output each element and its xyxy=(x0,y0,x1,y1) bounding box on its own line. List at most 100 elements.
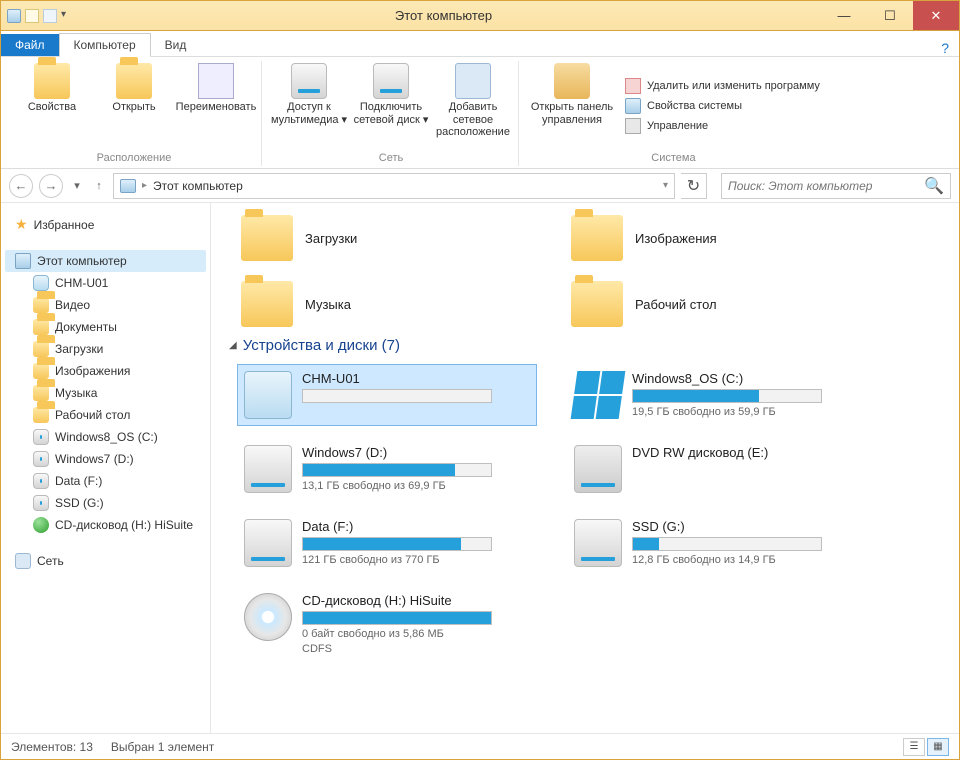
drive-icon xyxy=(33,429,49,445)
star-icon: ★ xyxy=(15,216,28,233)
tree-item[interactable]: SSD (G:) xyxy=(5,492,206,514)
forward-button[interactable]: → xyxy=(39,174,63,198)
minimize-button[interactable]: — xyxy=(821,1,867,30)
ribbon-tabs: Файл Компьютер Вид ? xyxy=(1,31,959,57)
view-switcher: ☰ ▦ xyxy=(903,738,949,756)
tree-item[interactable]: CD-дисковод (H:) HiSuite xyxy=(5,514,206,536)
usage-bar xyxy=(632,389,822,403)
drive-icon xyxy=(33,495,49,511)
drive-name: CHM-U01 xyxy=(302,371,530,386)
drive-tile[interactable]: CD-дисковод (H:) HiSuite 0 байт свободно … xyxy=(237,586,537,662)
tree-item[interactable]: Windows7 (D:) xyxy=(5,448,206,470)
folder-icon xyxy=(33,341,49,357)
add-network-button[interactable]: Добавить сетевое расположение xyxy=(434,61,512,150)
qat-icon[interactable] xyxy=(25,9,39,23)
usage-bar xyxy=(302,389,492,403)
drive-subtext: 0 байт свободно из 5,86 МБ xyxy=(302,628,530,640)
up-button[interactable]: ↑ xyxy=(91,180,107,192)
tree-item[interactable]: Загрузки xyxy=(5,338,206,360)
drive-subtext: 12,8 ГБ свободно из 14,9 ГБ xyxy=(632,554,860,566)
tree-item[interactable]: Документы xyxy=(5,316,206,338)
windows-logo-icon xyxy=(571,371,626,419)
drive-tile[interactable]: CHM-U01 xyxy=(237,364,537,426)
drive-tile[interactable]: Windows7 (D:) 13,1 ГБ свободно из 69,9 ГБ xyxy=(237,438,537,500)
uninstall-button[interactable]: Удалить или изменить программу xyxy=(625,78,820,94)
tree-item[interactable]: Data (F:) xyxy=(5,470,206,492)
tree-network[interactable]: Сеть xyxy=(5,550,206,572)
help-icon[interactable]: ? xyxy=(941,40,949,56)
drive-name: Windows8_OS (C:) xyxy=(632,371,860,386)
usage-bar xyxy=(302,611,492,625)
history-dropdown-icon[interactable]: ▾ xyxy=(69,179,85,192)
devices-section: ◢Устройства и диски (7) CHM-U01Windows8_… xyxy=(237,337,947,662)
rename-button[interactable]: Переименовать xyxy=(177,61,255,150)
app-icon xyxy=(7,9,21,23)
tiles-view-button[interactable]: ▦ xyxy=(927,738,949,756)
tab-file[interactable]: Файл xyxy=(1,34,59,56)
network-icon xyxy=(455,63,491,99)
media-icon xyxy=(291,63,327,99)
map-drive-button[interactable]: Подключить сетевой диск ▾ xyxy=(352,61,430,150)
tree-favorites[interactable]: ★Избранное xyxy=(5,213,206,236)
search-icon[interactable]: 🔍 xyxy=(924,176,944,196)
folder-pictures[interactable]: Изображения xyxy=(567,211,867,265)
manage-button[interactable]: Управление xyxy=(625,118,820,134)
chevron-down-icon[interactable]: ▾ xyxy=(663,180,668,191)
collapse-icon[interactable]: ◢ xyxy=(229,340,237,351)
back-button[interactable]: ← xyxy=(9,174,33,198)
drive-name: Windows7 (D:) xyxy=(302,445,530,460)
system-properties-button[interactable]: Свойства системы xyxy=(625,98,820,114)
usage-bar xyxy=(302,537,492,551)
drive-name: CD-дисковод (H:) HiSuite xyxy=(302,593,530,608)
phone-icon xyxy=(244,371,292,419)
address-bar[interactable]: ▸ Этот компьютер ▾ xyxy=(113,173,675,199)
drive-icon xyxy=(244,519,292,567)
system-icon xyxy=(625,98,641,114)
qat-icon[interactable] xyxy=(43,9,57,23)
tab-computer[interactable]: Компьютер xyxy=(59,33,151,57)
ribbon-group-location: Свойства Открыть Переименовать Расположе… xyxy=(7,61,262,166)
folder-icon xyxy=(571,281,623,327)
content-pane[interactable]: Загрузки Изображения Музыка Рабочий стол… xyxy=(211,203,959,733)
media-access-button[interactable]: Доступ к мультимедиа ▾ xyxy=(270,61,348,150)
open-button[interactable]: Открыть xyxy=(95,61,173,150)
folder-downloads[interactable]: Загрузки xyxy=(237,211,537,265)
window-controls: — ☐ ✕ xyxy=(821,1,959,30)
folder-icon xyxy=(33,319,49,335)
nav-tree[interactable]: ★Избранное Этот компьютер CHM-U01 Видео … xyxy=(1,203,211,733)
details-view-button[interactable]: ☰ xyxy=(903,738,925,756)
drive-tile[interactable]: SSD (G:)12,8 ГБ свободно из 14,9 ГБ xyxy=(567,512,867,574)
folder-music[interactable]: Музыка xyxy=(237,277,537,331)
tree-this-pc[interactable]: Этот компьютер xyxy=(5,250,206,272)
tree-item[interactable]: Рабочий стол xyxy=(5,404,206,426)
phone-icon xyxy=(33,275,49,291)
rename-icon xyxy=(198,63,234,99)
drive-subtext: 13,1 ГБ свободно из 69,9 ГБ xyxy=(302,480,530,492)
drive-tile[interactable]: Data (F:)121 ГБ свободно из 770 ГБ xyxy=(237,512,537,574)
dvd-drive-icon xyxy=(574,445,622,493)
refresh-button[interactable]: ↻ xyxy=(681,173,707,199)
tree-item[interactable]: Изображения xyxy=(5,360,206,382)
control-panel-button[interactable]: Открыть панель управления xyxy=(527,61,617,150)
tree-item[interactable]: Видео xyxy=(5,294,206,316)
folder-desktop[interactable]: Рабочий стол xyxy=(567,277,867,331)
section-heading[interactable]: ◢Устройства и диски (7) xyxy=(229,337,947,354)
tree-item[interactable]: Windows8_OS (C:) xyxy=(5,426,206,448)
close-button[interactable]: ✕ xyxy=(913,1,959,30)
properties-icon xyxy=(34,63,70,99)
search-input[interactable] xyxy=(728,179,924,193)
maximize-button[interactable]: ☐ xyxy=(867,1,913,30)
disc-icon xyxy=(33,517,49,533)
open-icon xyxy=(116,63,152,99)
drive-icon xyxy=(244,445,292,493)
tree-item[interactable]: CHM-U01 xyxy=(5,272,206,294)
breadcrumb[interactable]: Этот компьютер xyxy=(153,179,243,193)
tab-view[interactable]: Вид xyxy=(151,34,201,56)
drive-tile[interactable]: DVD RW дисковод (E:) xyxy=(567,438,867,500)
chevron-right-icon[interactable]: ▸ xyxy=(142,180,147,191)
drive-icon xyxy=(33,451,49,467)
properties-button[interactable]: Свойства xyxy=(13,61,91,150)
search-box[interactable]: 🔍 xyxy=(721,173,951,199)
tree-item[interactable]: Музыка xyxy=(5,382,206,404)
drive-tile[interactable]: Windows8_OS (C:)19,5 ГБ свободно из 59,9… xyxy=(567,364,867,426)
